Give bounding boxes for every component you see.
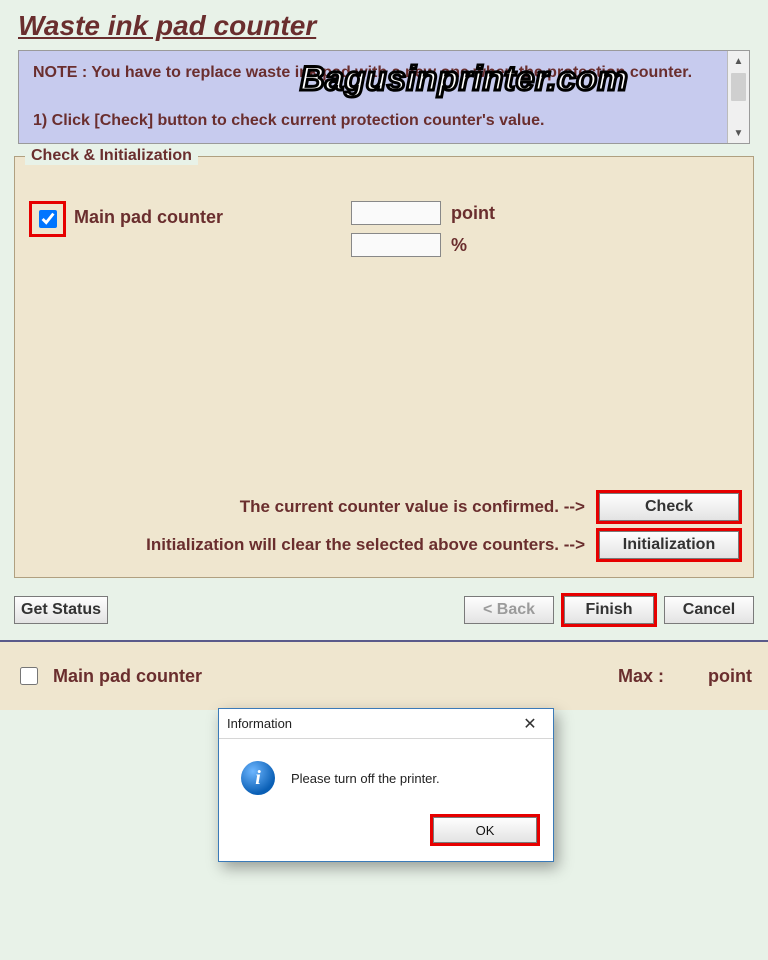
information-dialog: Information ✕ Please turn off the printe… xyxy=(218,708,554,862)
scroll-down-icon[interactable]: ▼ xyxy=(728,123,749,143)
initialization-button[interactable]: Initialization xyxy=(599,531,739,559)
info-icon xyxy=(241,761,275,795)
initialization-description: Initialization will clear the selected a… xyxy=(146,535,585,555)
main-pad-label: Main pad counter xyxy=(74,201,223,228)
dialog-title-text: Information xyxy=(227,716,292,731)
wizard-nav: Get Status < Back Finish Cancel xyxy=(0,578,768,634)
scroll-thumb[interactable] xyxy=(731,73,746,101)
note-panel: NOTE : You have to replace waste ink pad… xyxy=(18,50,750,144)
max-unit: point xyxy=(708,666,752,687)
scroll-up-icon[interactable]: ▲ xyxy=(728,51,749,71)
percent-input[interactable] xyxy=(351,233,441,257)
main-pad-checkbox[interactable] xyxy=(39,210,57,228)
lower-main-pad-checkbox[interactable] xyxy=(20,667,38,685)
dialog-titlebar[interactable]: Information ✕ xyxy=(219,709,553,739)
cancel-button[interactable]: Cancel xyxy=(664,596,754,624)
page-title: Waste ink pad counter xyxy=(0,0,768,50)
check-description: The current counter value is confirmed. … xyxy=(240,497,585,517)
point-unit: point xyxy=(451,203,511,224)
group-legend: Check & Initialization xyxy=(25,147,198,165)
ok-button[interactable]: OK xyxy=(433,817,537,843)
point-input[interactable] xyxy=(351,201,441,225)
note-text: NOTE : You have to replace waste ink pad… xyxy=(19,51,749,143)
close-icon[interactable]: ✕ xyxy=(515,714,545,734)
max-label: Max : xyxy=(618,666,664,687)
percent-unit: % xyxy=(451,235,511,256)
note-scrollbar[interactable]: ▲ ▼ xyxy=(727,51,749,143)
back-button: < Back xyxy=(464,596,554,624)
check-button[interactable]: Check xyxy=(599,493,739,521)
lower-panel: Main pad counter Max : point xyxy=(0,640,768,710)
check-initialization-group: Check & Initialization Main pad counter … xyxy=(14,156,754,578)
lower-main-pad-label: Main pad counter xyxy=(53,666,202,687)
get-status-button[interactable]: Get Status xyxy=(14,596,108,624)
finish-button[interactable]: Finish xyxy=(564,596,654,624)
dialog-message: Please turn off the printer. xyxy=(291,771,440,786)
main-pad-checkbox-highlight xyxy=(29,201,66,237)
